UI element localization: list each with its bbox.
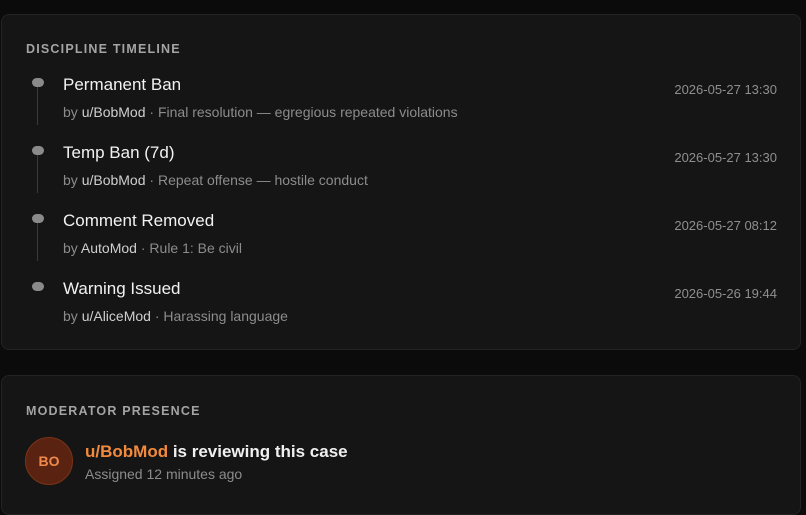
separator: ·: [154, 308, 160, 324]
timeline-item-note: Final resolution — egregious repeated vi…: [157, 104, 458, 120]
separator: ·: [149, 104, 155, 120]
timeline-item-title: Temp Ban (7d): [63, 143, 175, 162]
avatar[interactable]: BO: [25, 437, 73, 485]
timeline-connector: [37, 223, 38, 261]
discipline-timeline-panel: DISCIPLINE TIMELINE Permanent Ban by u/B…: [1, 14, 801, 350]
timeline-heading: DISCIPLINE TIMELINE: [26, 42, 181, 56]
assigned-time: Assigned 12 minutes ago: [85, 466, 243, 482]
timeline-item-note: Rule 1: Be civil: [149, 240, 243, 256]
timeline-dot-icon: [32, 78, 44, 87]
timeline-item-title: Warning Issued: [63, 279, 181, 298]
by-label: by: [63, 308, 78, 324]
timeline-item-time: 2026-05-27 13:30: [674, 150, 777, 165]
actor-link[interactable]: u/BobMod: [82, 104, 146, 120]
moderator-username[interactable]: u/BobMod: [85, 442, 168, 461]
timeline-item-time: 2026-05-27 08:12: [674, 218, 777, 233]
timeline-dot-icon: [32, 282, 44, 291]
by-label: by: [63, 172, 78, 188]
separator: ·: [149, 172, 155, 188]
timeline-item-note: Repeat offense — hostile conduct: [157, 172, 368, 188]
moderator-presence-panel: MODERATOR PRESENCE BO u/BobMod is review…: [1, 375, 801, 515]
timeline-item[interactable]: Temp Ban (7d) by u/BobMod · Repeat offen…: [2, 143, 800, 206]
timeline-item-meta: by u/AliceMod · Harassing language: [63, 308, 288, 324]
timeline-item-title: Comment Removed: [63, 211, 215, 230]
presence-status: u/BobMod is reviewing this case: [85, 442, 348, 462]
timeline-connector: [37, 155, 38, 193]
presence-status-text: is reviewing this case: [168, 442, 348, 461]
by-label: by: [63, 104, 78, 120]
timeline-item-note: Harassing language: [163, 308, 288, 324]
timeline-item-meta: by u/BobMod · Final resolution — egregio…: [63, 104, 458, 120]
timeline-item-time: 2026-05-26 19:44: [674, 286, 777, 301]
actor-link[interactable]: AutoMod: [81, 240, 137, 256]
timeline-item-meta: by u/BobMod · Repeat offense — hostile c…: [63, 172, 368, 188]
timeline-dot-icon: [32, 146, 44, 155]
timeline-connector: [37, 87, 38, 125]
timeline-item[interactable]: Permanent Ban by u/BobMod · Final resolu…: [2, 75, 800, 138]
timeline-item[interactable]: Warning Issued by u/AliceMod · Harassing…: [2, 279, 800, 342]
actor-link[interactable]: u/BobMod: [82, 172, 146, 188]
actor-link[interactable]: u/AliceMod: [82, 308, 151, 324]
timeline-item-title: Permanent Ban: [63, 75, 182, 94]
timeline-item-meta: by AutoMod · Rule 1: Be civil: [63, 240, 242, 256]
by-label: by: [63, 240, 78, 256]
presence-heading: MODERATOR PRESENCE: [26, 404, 201, 418]
timeline-item-time: 2026-05-27 13:30: [674, 82, 777, 97]
timeline-dot-icon: [32, 214, 44, 223]
timeline-item[interactable]: Comment Removed by AutoMod · Rule 1: Be …: [2, 211, 800, 274]
separator: ·: [140, 240, 146, 256]
